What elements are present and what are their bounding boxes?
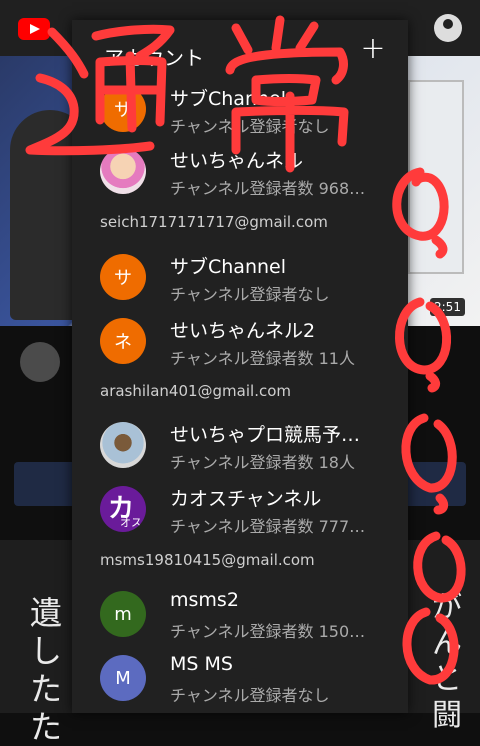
account-subscribers: チャンネル登録者なし xyxy=(170,686,330,705)
account-avatar: サ xyxy=(100,254,146,300)
account-name: msms2 xyxy=(170,589,239,611)
account-avatar: M xyxy=(100,655,146,701)
account-item[interactable]: せいちゃんネル チャンネル登録者数 968… xyxy=(72,140,408,202)
account-email: msms19810415@gmail.com xyxy=(100,551,315,569)
account-item[interactable]: サ サブChannel チャンネル登録者なし xyxy=(72,246,408,308)
account-subscribers: チャンネル登録者数 777… xyxy=(170,517,366,536)
account-avatar: m xyxy=(100,591,146,637)
account-email: arashilan401@gmail.com xyxy=(100,382,292,400)
account-name: サブChannel xyxy=(170,256,287,278)
avatar-sub-letter: オス xyxy=(120,516,142,529)
account-name: せいちゃんネル xyxy=(170,150,304,172)
account-avatar: カ オス xyxy=(100,486,146,532)
account-icon[interactable] xyxy=(434,14,462,42)
account-avatar: ネ xyxy=(100,318,146,364)
account-switcher-panel: アカウント + サ サブChannel チャンネル登録者なし せいちゃんネル チ… xyxy=(72,20,408,713)
account-subscribers: チャンネル登録者なし xyxy=(170,117,330,136)
account-subscribers: チャンネル登録者数 150… xyxy=(170,622,366,641)
channel-avatar[interactable] xyxy=(20,342,60,382)
account-subscribers: チャンネル登録者数 11人 xyxy=(170,349,355,368)
account-name: サブChannel xyxy=(170,88,287,110)
account-subscribers: チャンネル登録者数 968… xyxy=(170,179,366,198)
account-item[interactable]: カ オス カオスチャンネル チャンネル登録者数 777… xyxy=(72,478,408,540)
account-name: せいちゃプロ競馬予… xyxy=(170,424,361,446)
account-item[interactable]: ネ せいちゃんネル2 チャンネル登録者数 11人 xyxy=(72,310,408,372)
account-name: MS MS xyxy=(170,653,233,675)
thumbnail-text-left: 遺したた xyxy=(30,594,63,746)
panel-title: アカウント xyxy=(104,46,204,70)
plus-icon[interactable]: + xyxy=(358,34,388,64)
account-email: seich1717171717@gmail.com xyxy=(100,213,328,231)
account-name: せいちゃんネル2 xyxy=(170,320,316,342)
thumbnail-text-right: がんと闘 xyxy=(432,590,462,733)
youtube-logo-icon[interactable] xyxy=(18,18,50,40)
account-subscribers: チャンネル登録者なし xyxy=(170,285,330,304)
account-avatar xyxy=(100,148,146,194)
account-item[interactable]: サ サブChannel チャンネル登録者なし xyxy=(72,78,408,140)
account-avatar: サ xyxy=(100,86,146,132)
thumbnail-board xyxy=(408,80,464,274)
account-subscribers: チャンネル登録者数 18人 xyxy=(170,453,355,472)
account-item[interactable]: せいちゃプロ競馬予… チャンネル登録者数 18人 xyxy=(72,414,408,476)
video-duration: 2:51 xyxy=(430,298,465,316)
account-name: カオスチャンネル xyxy=(170,488,322,510)
account-item[interactable]: M MS MS チャンネル登録者なし xyxy=(72,647,408,709)
account-avatar xyxy=(100,422,146,468)
account-item[interactable]: m msms2 チャンネル登録者数 150… xyxy=(72,583,408,645)
